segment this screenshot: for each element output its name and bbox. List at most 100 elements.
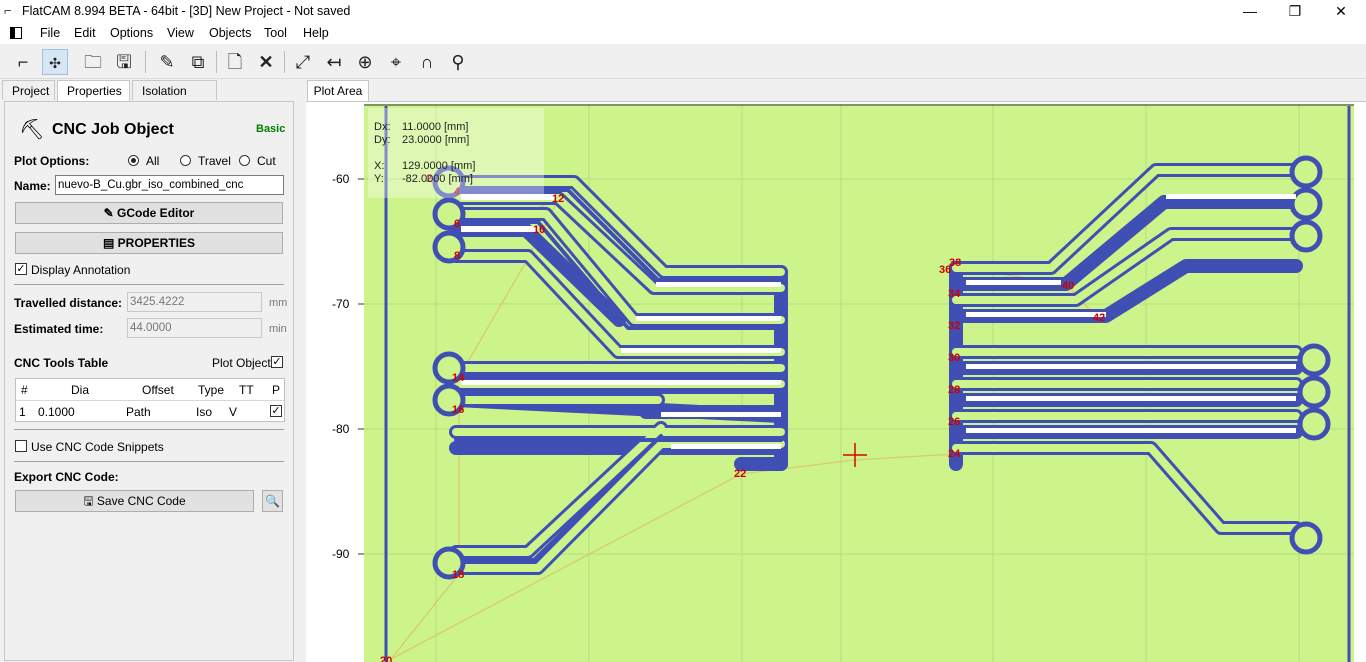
annotation-label: 26 [948, 416, 960, 428]
table-header: Offset [142, 383, 174, 397]
review-code-button[interactable]: 🔍 [262, 490, 283, 512]
annotation-label: 40 [1062, 280, 1074, 292]
display-annotation-label: Display Annotation [31, 263, 131, 277]
annotation-label: 42 [1093, 312, 1105, 324]
annotation-label: 12 [552, 193, 564, 205]
menu-file[interactable]: File [40, 26, 60, 40]
y-tick-label: -90 [332, 547, 350, 561]
table-header: TT [239, 383, 254, 397]
table-header: Type [198, 383, 225, 397]
annotation-label: 28 [948, 384, 960, 396]
readout-dy-label: Dy: [374, 134, 391, 146]
annotation-label: 34 [948, 288, 961, 300]
table-row-plot-checkbox[interactable]: ✓ [270, 405, 282, 417]
new-doc-icon[interactable]: 🗋 [222, 49, 248, 75]
readout-dy-value: 23.0000 [mm] [402, 134, 469, 146]
table-cell-offset[interactable]: Path [126, 405, 151, 419]
table-cell-num[interactable]: 1 [19, 405, 26, 419]
plot-area[interactable]: -60 -70 -80 -90 2 4 6 8 10 12 14 16 18 2… [306, 101, 1366, 662]
table-cell-tt[interactable]: V [229, 405, 237, 419]
snap-grid-icon[interactable]: ✣ [42, 49, 68, 75]
tab-properties[interactable]: Properties [57, 80, 130, 101]
locate-icon[interactable]: ⚲ [445, 49, 471, 75]
annotation-label: 6 [454, 218, 460, 230]
travelled-distance-label: Travelled distance: [14, 296, 123, 310]
menu-options[interactable]: Options [110, 26, 153, 40]
title-bar: ⌐ FlatCAM 8.994 BETA - 64bit - [3D] New … [0, 0, 1366, 24]
flatcam-logo-icon[interactable]: ⌐ [10, 49, 36, 75]
table-cell-type[interactable]: Iso [196, 405, 212, 419]
cnc-job-icon: ⛏ [19, 119, 45, 141]
minimize-button[interactable]: — [1227, 0, 1273, 24]
sidebar-toggle-icon[interactable] [10, 27, 22, 39]
annotation-label: 30 [948, 352, 960, 364]
radio-cut-label: Cut [257, 154, 276, 168]
gcode-editor-label: GCode Editor [117, 206, 195, 220]
save-icon[interactable]: 🖫 [111, 49, 137, 75]
magnifier-icon: 🔍 [265, 494, 280, 508]
measure-distance-icon[interactable]: ↤ [321, 49, 347, 75]
toolbar-separator [284, 51, 285, 73]
tab-plot-area[interactable]: Plot Area [307, 80, 369, 101]
properties-label: PROPERTIES [117, 236, 196, 250]
radio-travel[interactable] [180, 155, 191, 166]
radio-all[interactable] [128, 155, 139, 166]
use-snippets-label: Use CNC Code Snippets [31, 440, 164, 454]
table-header: # [21, 383, 28, 397]
travelled-distance-field: 3425.4222 [127, 292, 262, 312]
display-annotation-checkbox[interactable]: ✓ [15, 263, 27, 275]
origin-crosshair-icon[interactable]: ⌖ [383, 49, 409, 75]
target-icon[interactable]: ⊕ [352, 49, 378, 75]
toolbar: ⌐ ✣ 🗀 🖫 ✎ ⧉ 🗋 ✕ ⤢ ↤ ⊕ ⌖ ∩ ⚲ [0, 45, 1366, 79]
annotation-label: 18 [452, 569, 464, 581]
plot-options-label: Plot Options: [14, 154, 90, 168]
magnet-icon[interactable]: ∩ [414, 49, 440, 75]
y-axis-region [306, 102, 364, 662]
copy-doc-icon[interactable]: ⧉ [185, 49, 211, 75]
name-field[interactable]: nuevo-B_Cu.gbr_iso_combined_cnc [55, 175, 284, 195]
divider [14, 284, 284, 285]
plot-canvas[interactable]: -60 -70 -80 -90 2 4 6 8 10 12 14 16 18 2… [306, 102, 1366, 662]
readout-x-value: 129.0000 [mm] [402, 160, 475, 172]
readout-dx-label: Dx: [374, 121, 391, 133]
use-snippets-checkbox[interactable] [15, 440, 27, 452]
menu-tool[interactable]: Tool [264, 26, 287, 40]
annotation-label: 10 [533, 224, 545, 236]
estimated-unit: min [269, 323, 287, 335]
zoom-fit-icon[interactable]: ⤢ [290, 49, 316, 75]
plot-scrollbar[interactable] [1356, 104, 1366, 662]
delete-x-icon[interactable]: ✕ [253, 49, 279, 75]
menu-edit[interactable]: Edit [74, 26, 96, 40]
save-cnc-code-label: Save CNC Code [96, 494, 186, 508]
tab-project[interactable]: Project [2, 80, 55, 100]
close-window-button[interactable]: ✕ [1318, 0, 1364, 24]
menu-view[interactable]: View [167, 26, 194, 40]
radio-all-label: All [146, 154, 160, 168]
annotation-label: 22 [734, 468, 746, 480]
plot-object-checkbox[interactable]: ✓ [271, 356, 283, 368]
annotation-label: 8 [454, 250, 460, 262]
save-cnc-code-button[interactable]: 🖫 Save CNC Code [15, 490, 254, 512]
gcode-editor-button[interactable]: ✎ GCode Editor [15, 202, 283, 224]
divider [14, 461, 284, 462]
properties-button[interactable]: ▤ PROPERTIES [15, 232, 283, 254]
name-label: Name: [14, 179, 51, 193]
menu-objects[interactable]: Objects [209, 26, 251, 40]
menu-bar: File Edit Options View Objects Tool Help [0, 24, 1366, 44]
flatcam-app-icon: ⌐ [4, 3, 12, 18]
menu-help[interactable]: Help [303, 26, 329, 40]
level-badge[interactable]: Basic [256, 123, 285, 135]
readout-dx-value: 11.0000 [mm] [402, 121, 468, 133]
annotation-label: 38 [949, 257, 961, 269]
table-cell-dia[interactable]: 0.1000 [38, 405, 75, 419]
radio-cut[interactable] [239, 155, 250, 166]
maximize-button[interactable]: ❐ [1272, 0, 1318, 24]
edit-pencil-icon[interactable]: ✎ [154, 49, 180, 75]
tools-table-label: CNC Tools Table [14, 356, 109, 370]
tab-isolation-tool[interactable]: Isolation Tool [132, 80, 217, 118]
travelled-unit: mm [269, 297, 288, 309]
open-folder-icon[interactable]: 🗀 [80, 49, 106, 75]
readout-y-value: -82.0000 [mm] [402, 173, 473, 185]
readout-y-label: Y: [374, 173, 384, 185]
annotation-label: 32 [948, 320, 960, 332]
